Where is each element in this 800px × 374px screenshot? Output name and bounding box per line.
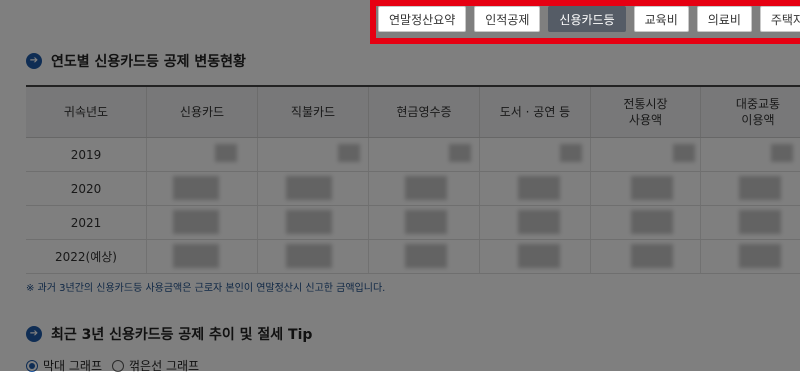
section-title-trend: ➔ 최근 3년 신용카드등 공제 추이 및 절세 Tip — [26, 324, 312, 344]
arrow-circle-icon: ➔ — [26, 326, 42, 342]
redacted-cell — [591, 206, 701, 239]
tab-credit-card[interactable]: 신용카드등 — [548, 6, 626, 32]
year-cell: 2021 — [26, 206, 147, 239]
header-debit-card: 직불카드 — [258, 87, 369, 137]
redacted-cell — [258, 206, 369, 239]
table-row: 2019 — [26, 138, 800, 172]
year-cell: 2022(예상) — [26, 240, 147, 273]
header-cash-receipt: 현금영수증 — [369, 87, 480, 137]
header-books-performance: 도서 · 공연 등 — [480, 87, 591, 137]
redacted-cell — [369, 240, 480, 273]
radio-label-line[interactable]: 꺾은선 그래프 — [129, 357, 199, 374]
section-title-text: 연도별 신용카드등 공제 변동현황 — [51, 54, 246, 70]
redacted-cell — [701, 206, 800, 239]
tab-housing[interactable]: 주택자금 — [759, 6, 800, 32]
table-row: 2021 — [26, 206, 800, 240]
redacted-cell — [147, 240, 258, 273]
header-public-transit: 대중교통 이용액 — [701, 87, 800, 137]
redacted-cell — [591, 240, 701, 273]
year-cell: 2019 — [26, 138, 147, 171]
redacted-cell — [258, 172, 369, 205]
tab-year-end-summary[interactable]: 연말정산요약 — [378, 6, 467, 32]
table-row: 2020 — [26, 172, 800, 206]
arrow-circle-icon: ➔ — [26, 53, 42, 69]
radio-bar-graph[interactable] — [26, 359, 38, 372]
redacted-cell — [369, 172, 480, 205]
tab-medical[interactable]: 의료비 — [696, 6, 752, 32]
redacted-cell — [480, 206, 591, 239]
radio-label-bar[interactable]: 막대 그래프 — [43, 357, 102, 374]
footnote: ※ 과거 3년간의 신용카드등 사용금액은 근로자 본인이 연말정산시 신고한 … — [26, 283, 386, 294]
redacted-cell — [369, 138, 480, 171]
section-title-yearly: ➔ 연도별 신용카드등 공제 변동현황 — [26, 51, 246, 71]
redacted-cell — [369, 206, 480, 239]
redacted-cell — [147, 172, 258, 205]
redacted-cell — [258, 240, 369, 273]
redacted-cell — [701, 138, 800, 171]
redacted-cell — [480, 172, 591, 205]
radio-line-graph[interactable] — [112, 359, 125, 372]
redacted-cell — [701, 172, 800, 205]
header-year: 귀속년도 — [26, 87, 147, 137]
tab-bar: 연말정산요약 인적공제 신용카드등 교육비 의료비 주택자금 — [378, 6, 800, 36]
year-cell: 2020 — [26, 172, 147, 205]
section-title-text: 최근 3년 신용카드등 공제 추이 및 절세 Tip — [51, 327, 313, 343]
redacted-cell — [147, 138, 258, 171]
redacted-cell — [591, 138, 701, 171]
redacted-cell — [701, 240, 800, 273]
redacted-cell — [480, 240, 591, 273]
tab-personal-deduction[interactable]: 인적공제 — [474, 6, 541, 32]
table-row: 2022(예상) — [26, 240, 800, 274]
card-deduction-table: 귀속년도 신용카드 직불카드 현금영수증 도서 · 공연 등 전통시장 사용액 … — [26, 85, 800, 274]
table-header: 귀속년도 신용카드 직불카드 현금영수증 도서 · 공연 등 전통시장 사용액 … — [26, 87, 800, 138]
header-credit-card: 신용카드 — [147, 87, 258, 137]
tab-education[interactable]: 교육비 — [633, 6, 689, 32]
redacted-cell — [480, 138, 591, 171]
header-traditional-market: 전통시장 사용액 — [591, 87, 701, 137]
redacted-cell — [258, 138, 369, 171]
redacted-cell — [591, 172, 701, 205]
redacted-cell — [147, 206, 258, 239]
chart-type-toggle: 막대 그래프 꺾은선 그래프 — [26, 357, 199, 374]
